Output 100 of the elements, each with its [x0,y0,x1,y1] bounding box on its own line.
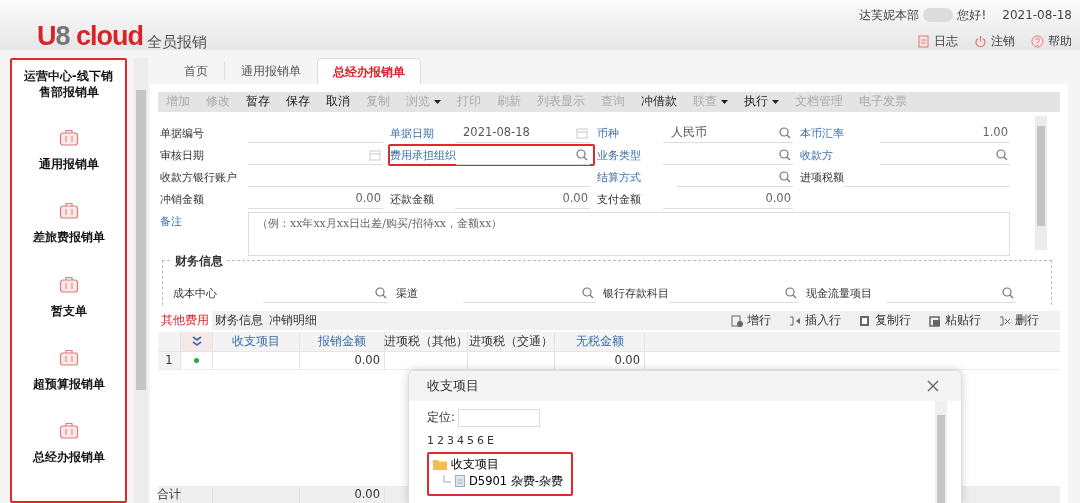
input-field[interactable]: 0.00 [663,189,793,209]
header-link[interactable]: 注销 [974,32,1015,50]
input-field[interactable]: 1.00 [880,123,1010,143]
column-header: 报销金额 [300,332,385,351]
search-icon [779,148,791,161]
document-icon [455,475,465,488]
level-link[interactable]: 4 [457,433,464,450]
input-field[interactable]: 0.00 [248,189,383,209]
search-icon [785,286,797,299]
sidebar-item[interactable]: 差旅费报销单 [32,201,105,247]
row-action-button[interactable]: 粘贴行 [920,311,990,330]
table-cell: 0.00 [300,486,385,503]
greeting: 您好! [957,7,987,24]
level-link[interactable]: 1 [427,433,434,450]
suitcase-icon [58,128,79,146]
tab[interactable]: 冲销明细 [266,311,320,330]
input-field[interactable]: 2021-08-18 [455,123,590,143]
dialog-title: 收支项目 [427,376,479,395]
search-icon [1002,286,1014,299]
field-label: 单据编号 [160,125,205,141]
column-header: 进项税（交通） [468,332,555,351]
tab[interactable]: 总经办报销单 [317,58,421,84]
row-action-button[interactable]: 删行 [990,311,1048,330]
folder-icon [433,458,447,470]
field-label: 单据日期 [390,125,435,141]
search-icon [576,148,588,161]
level-link[interactable]: 6 [477,433,484,450]
tab[interactable]: 通用报销单 [225,58,317,84]
sidebar-item[interactable]: 暂支单 [50,274,87,320]
suitcase-icon [58,347,79,366]
tree-node[interactable]: D5901 杂费-杂费 [443,472,563,490]
org-name: 达芙妮本部 [859,7,920,24]
level-link[interactable]: 3 [447,433,454,450]
log-icon [917,34,930,48]
copy-icon [859,314,871,327]
field-label: 费用承担组织 [390,147,456,163]
total-label: 合计 [158,486,181,503]
toolbar-button[interactable]: 冲借款 [633,92,685,112]
delete-row-icon [999,314,1011,327]
table-cell: 0.00 [555,352,645,370]
field-label: 收款方 [800,147,834,163]
tree-node[interactable]: 收支项目 [433,455,499,473]
help-icon [1031,34,1044,48]
date-text: 2021-08-18 [1002,7,1072,24]
row-action-button[interactable]: 增行 [722,311,780,330]
row-action-button[interactable]: 插入行 [780,311,850,330]
insert-row-icon [789,314,801,327]
search-icon [375,286,387,299]
product-name: 全员报销 [147,35,208,50]
search-icon [779,170,791,183]
sidebar-item[interactable]: 超预算报销单 [32,347,105,393]
level-link[interactable]: E [487,433,494,450]
header-link[interactable]: 日志 [917,32,958,50]
level-link[interactable]: 5 [467,433,474,450]
field-label: 收款方银行账户 [160,169,238,185]
row-number: 1 [158,352,181,370]
logo-text: U8 cloud [37,23,144,50]
input-field[interactable]: 人民币 [663,123,793,143]
header-link[interactable]: 帮助 [1031,32,1072,50]
row-action-button[interactable]: 复制行 [850,311,920,330]
field-label: 还款金额 [390,191,435,207]
paste-icon [929,314,941,327]
field-label: 结算方式 [597,169,642,185]
level-link[interactable]: 2 [437,433,444,450]
toolbar-button[interactable]: 取消 [318,92,358,112]
suitcase-icon [58,201,79,220]
field-label: 本币汇率 [800,125,845,141]
sidebar-item[interactable]: 总经办报销单 [32,421,105,467]
column-header: 无税金额 [555,332,645,351]
input-field[interactable]: 0.00 [455,189,590,209]
double-chevron-icon [191,335,202,348]
tab[interactable]: 首页 [168,58,224,84]
field-label: 进项税额 [800,169,844,185]
toolbar-button[interactable]: 暂存 [238,92,278,112]
field-label: 银行存款科目 [603,285,669,301]
field-label: 冲销金额 [160,191,205,207]
memo-field[interactable]: （例：xx年xx月xx日出差/购买/招待xx，金额xx） [248,212,1010,256]
redacted-name [923,8,954,22]
calendar-icon [369,148,381,161]
suitcase-icon [58,274,79,293]
calendar-icon [576,126,588,139]
field-label: 审核日期 [160,147,205,163]
toolbar-button[interactable]: 保存 [278,92,318,112]
tab[interactable]: 财务信息 [212,311,266,330]
field-label: 成本中心 [173,285,218,301]
field-label: 渠道 [396,285,419,301]
field-label: 业务类型 [597,147,642,163]
close-icon[interactable] [927,380,939,392]
tab[interactable]: 其他费用 [158,311,212,330]
field-label: 现金流量项目 [806,285,873,301]
search-icon [779,126,791,139]
field-label: 币种 [597,125,620,141]
locate-field[interactable] [457,409,540,427]
field-label: 定位: [427,409,455,427]
search-icon [996,148,1008,161]
toolbar-button[interactable]: 执行 [736,92,787,112]
field-label: 备注 [160,214,183,229]
column-header: 收支项目 [213,332,300,351]
sidebar-item[interactable]: 通用报销单 [38,128,99,174]
search-icon [582,286,594,299]
